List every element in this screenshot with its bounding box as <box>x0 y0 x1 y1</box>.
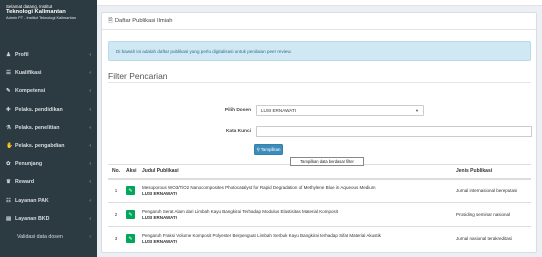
table-row: 1 ✎ Mesoporous WO3/TiO2 Nanocomposites P… <box>108 178 531 203</box>
support-icon: ✿ <box>6 161 11 168</box>
sidebar-item-label: Pelaks. pendidikan <box>15 106 63 113</box>
chevron-left-icon: ‹ <box>89 233 91 240</box>
publication-author: LUSI ERNAWATI <box>142 214 177 220</box>
sidebar-item-label: Layanan BKD <box>15 215 50 222</box>
card-header: 🗎 Daftar Publikasi Ilmiah <box>102 13 536 30</box>
sidebar-item-reward[interactable]: ♛ Reward ‹ <box>0 173 97 191</box>
table-header-row: No. Aksi Judul Publikasi Jenis Publikasi <box>108 164 531 180</box>
chevron-left-icon: ‹ <box>89 88 91 95</box>
sidebar-item-label: Kompetensi <box>15 88 46 95</box>
sidebar-item-pelaks-pengabdian[interactable]: ✋ Pelaks. pengabdian ‹ <box>0 137 97 155</box>
publication-type: Prosiding seminar nasional <box>454 202 531 227</box>
row-number: 2 <box>108 202 124 227</box>
publication-card: 🗎 Daftar Publikasi Ilmiah Di bawah ini a… <box>101 12 537 253</box>
sidebar-item-validasi-data-dosen[interactable]: Validasi data dosen ‹ <box>0 228 97 246</box>
sidebar-item-layanan-pak[interactable]: ☷ Layanan PAK ‹ <box>0 192 97 210</box>
header-no: No. <box>108 164 124 180</box>
table-row: 2 ✎ Pengaruh Serat Alam dari Limbah Kayu… <box>108 202 531 227</box>
chevron-left-icon: ‹ <box>89 179 91 186</box>
dosen-select-value: LUSI ERNAWATI <box>261 108 297 113</box>
sidebar-item-penunjang[interactable]: ✿ Penunjang ‹ <box>0 155 97 173</box>
publication-author: LUSI ERNAWATI <box>142 238 177 244</box>
publication-type: Jurnal nasional terakreditasi <box>454 226 531 251</box>
pencil-icon: ✎ <box>128 187 133 194</box>
chevron-left-icon: ‹ <box>89 124 91 131</box>
tooltip: Tampilkan data berdasar filter <box>290 157 364 166</box>
edit-button[interactable]: ✎ <box>126 210 135 219</box>
top-navbar <box>97 0 542 6</box>
sidebar: Selamat datang, Institut Teknologi Kalim… <box>0 0 97 257</box>
kunci-label: Kata Kunci <box>225 129 251 134</box>
publication-table: No. Aksi Judul Publikasi Jenis Publikasi… <box>108 164 531 251</box>
sidebar-item-pelaks-penelitian[interactable]: ⚗ Pelaks. penelitian ‹ <box>0 119 97 137</box>
dosen-label: Pilih Dosen <box>224 108 251 113</box>
chevron-left-icon: ‹ <box>89 106 91 113</box>
sidebar-item-layanan-bkd[interactable]: ▤ Layanan BKD ‹ <box>0 210 97 228</box>
sidebar-item-profil[interactable]: ♟ Profil ‹ <box>0 46 97 64</box>
graduation-icon: ☰ <box>6 70 11 77</box>
row-number: 3 <box>108 226 124 251</box>
edit-button[interactable]: ✎ <box>126 234 135 244</box>
show-button[interactable]: ⚲ Tampilkan <box>254 144 283 155</box>
sidebar-item-label: Pelaks. pengabdian <box>15 143 65 150</box>
sidebar-item-label: Reward <box>15 179 35 186</box>
chevron-down-icon: ▼ <box>415 108 419 113</box>
handshake-icon: ✋ <box>6 143 13 150</box>
sidebar-item-pelaks-pendidikan[interactable]: ✚ Pelaks. pendidikan ‹ <box>0 101 97 119</box>
wrench-icon: ✎ <box>6 88 11 95</box>
pencil-icon: ✎ <box>128 235 133 242</box>
search-icon: ⚲ <box>256 146 260 152</box>
chevron-left-icon: ‹ <box>89 161 91 168</box>
sidebar-item-kompetensi[interactable]: ✎ Kompetensi ‹ <box>0 82 97 100</box>
file-icon: 🗎 <box>108 18 113 24</box>
row-number: 1 <box>108 178 124 203</box>
sidebar-menu: ♟ Profil ‹ ☰ Kualifikasi ‹ ✎ Kompetensi ‹ ✚ Pel… <box>0 46 97 246</box>
admin-role: Admin PT - Institut Teknologi Kalimantan <box>6 15 76 21</box>
header-jenis: Jenis Publikasi <box>454 164 531 180</box>
chevron-left-icon: ‹ <box>89 52 91 59</box>
filter-title: Filter Pencarian <box>108 71 168 81</box>
user-icon: ♟ <box>6 52 11 59</box>
chevron-left-icon: ‹ <box>89 143 91 150</box>
sidebar-item-label: Layanan PAK <box>15 197 49 204</box>
pak-icon: ☷ <box>6 197 11 204</box>
sidebar-item-label: Pelaks. penelitian <box>15 124 60 131</box>
sidebar-item-label: Profil <box>15 52 29 59</box>
chevron-left-icon: ‹ <box>89 197 91 204</box>
sidebar-item-label: Validasi data dosen <box>17 233 63 240</box>
sidebar-item-label: Kualifikasi <box>15 70 42 77</box>
publication-type: Jurnal internasional bereputasi <box>454 178 531 203</box>
page-title: Daftar Publikasi Ilmiah <box>114 18 173 24</box>
dosen-select[interactable]: LUSI ERNAWATI ▼ <box>256 105 424 116</box>
sidebar-brand: Selamat datang, Institut Teknologi Kalim… <box>0 0 97 38</box>
bkd-icon: ▤ <box>6 215 12 222</box>
sidebar-item-kualifikasi[interactable]: ☰ Kualifikasi ‹ <box>0 64 97 82</box>
publication-author: LUSI ERNAWATI <box>142 190 177 196</box>
show-button-label: Tampilkan <box>260 147 281 152</box>
chevron-left-icon: ‹ <box>89 215 91 222</box>
header-aksi: Aksi <box>124 164 140 180</box>
divider <box>108 82 531 83</box>
pencil-icon: ✎ <box>128 211 133 218</box>
teach-icon: ✚ <box>6 106 11 113</box>
keyword-input[interactable] <box>256 126 532 137</box>
trophy-icon: ♛ <box>6 179 11 186</box>
edit-button[interactable]: ✎ <box>126 186 135 196</box>
sidebar-item-label: Penunjang <box>15 161 43 168</box>
header-judul: Judul Publikasi <box>140 164 454 180</box>
table-row: 3 ✎ Pengaruh Fraksi Volume Komposit Poly… <box>108 226 531 251</box>
info-alert: Di bawah ini adalah daftar publikasi yan… <box>108 41 531 61</box>
chevron-left-icon: ‹ <box>89 70 91 77</box>
flask-icon: ⚗ <box>6 124 11 131</box>
